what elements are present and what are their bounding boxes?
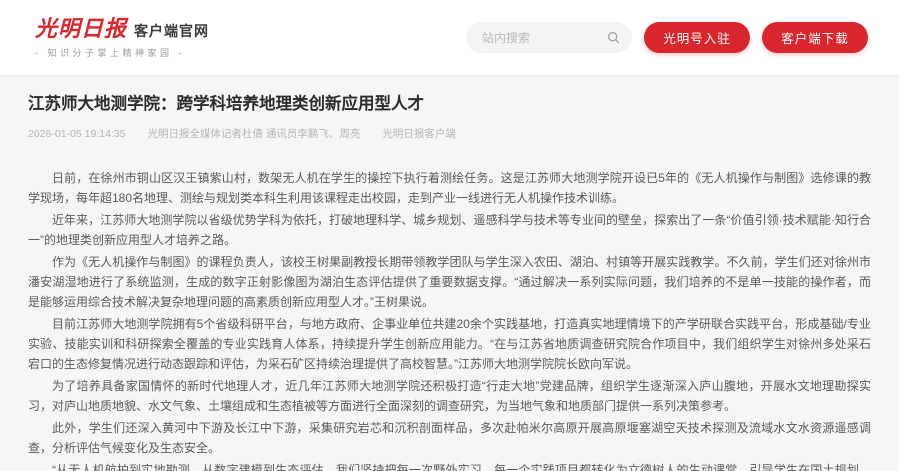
header-actions: 光明号入驻 客户端下载 bbox=[466, 22, 868, 53]
logo-calligraphy-text: 光明日报 bbox=[35, 17, 127, 41]
article-paragraph: 作为《无人机操作与制图》的课程负责人，该校王树果副教授长期带领教学团队与学生深入… bbox=[28, 252, 871, 312]
client-download-button[interactable]: 客户端下载 bbox=[762, 22, 868, 53]
logo-suffix-text: 客户端官网 bbox=[134, 21, 209, 41]
guangming-account-join-button[interactable]: 光明号入驻 bbox=[644, 22, 750, 53]
article-meta: 2026-01-05 19:14:35 光明日报全媒体记者杜倩 通讯员李鹏飞、周… bbox=[28, 126, 871, 141]
article-body: 日前，在徐州市铜山区汉王镇紫山村，数架无人机在学生的操控下执行着测绘任务。这是江… bbox=[28, 168, 871, 471]
article-paragraph: 为了培养具备家国情怀的新时代地理人才，近几年江苏师大地测学院还积极打造“行走大地… bbox=[28, 376, 871, 416]
article-main: 江苏师大地测学院：跨学科培养地理类创新应用型人才 2026-01-05 19:1… bbox=[0, 76, 899, 471]
article-paragraph: 目前江苏师大地测学院拥有5个省级科研平台，与地方政府、企事业单位共建20余个实践… bbox=[28, 314, 871, 374]
site-header: 光明日报 客户端官网 - 知识分子掌上精神家园 - 光明号入驻 客户端下载 bbox=[0, 0, 899, 76]
site-logo[interactable]: 光明日报 客户端官网 - 知识分子掌上精神家园 - bbox=[35, 17, 209, 59]
article-title: 江苏师大地测学院：跨学科培养地理类创新应用型人才 bbox=[28, 93, 871, 115]
article-datetime: 2026-01-05 19:14:35 bbox=[28, 128, 126, 140]
site-tagline: - 知识分子掌上精神家园 - bbox=[35, 46, 209, 59]
search-input[interactable] bbox=[480, 30, 607, 46]
article-paragraph: 此外，学生们还深入黄河中下游及长江中下游，采集研究岩芯和沉积剖面样品，多次赴帕米… bbox=[28, 418, 871, 458]
site-search-box[interactable] bbox=[466, 22, 632, 53]
article-paragraph: 日前，在徐州市铜山区汉王镇紫山村，数架无人机在学生的操控下执行着测绘任务。这是江… bbox=[28, 168, 871, 208]
article-source: 光明日报客户端 bbox=[382, 126, 456, 141]
search-icon[interactable] bbox=[607, 31, 620, 44]
article-paragraph: 近年来，江苏师大地测学院以省级优势学科为依托，打破地理科学、城乡规划、遥感科学与… bbox=[28, 210, 871, 250]
article-author: 光明日报全媒体记者杜倩 通讯员李鹏飞、周亮 bbox=[148, 126, 361, 141]
article-paragraph: “从无人机航拍到实地勘测，从数字建模到生态评估，我们坚持把每一次野外实习、每一个… bbox=[28, 460, 871, 471]
